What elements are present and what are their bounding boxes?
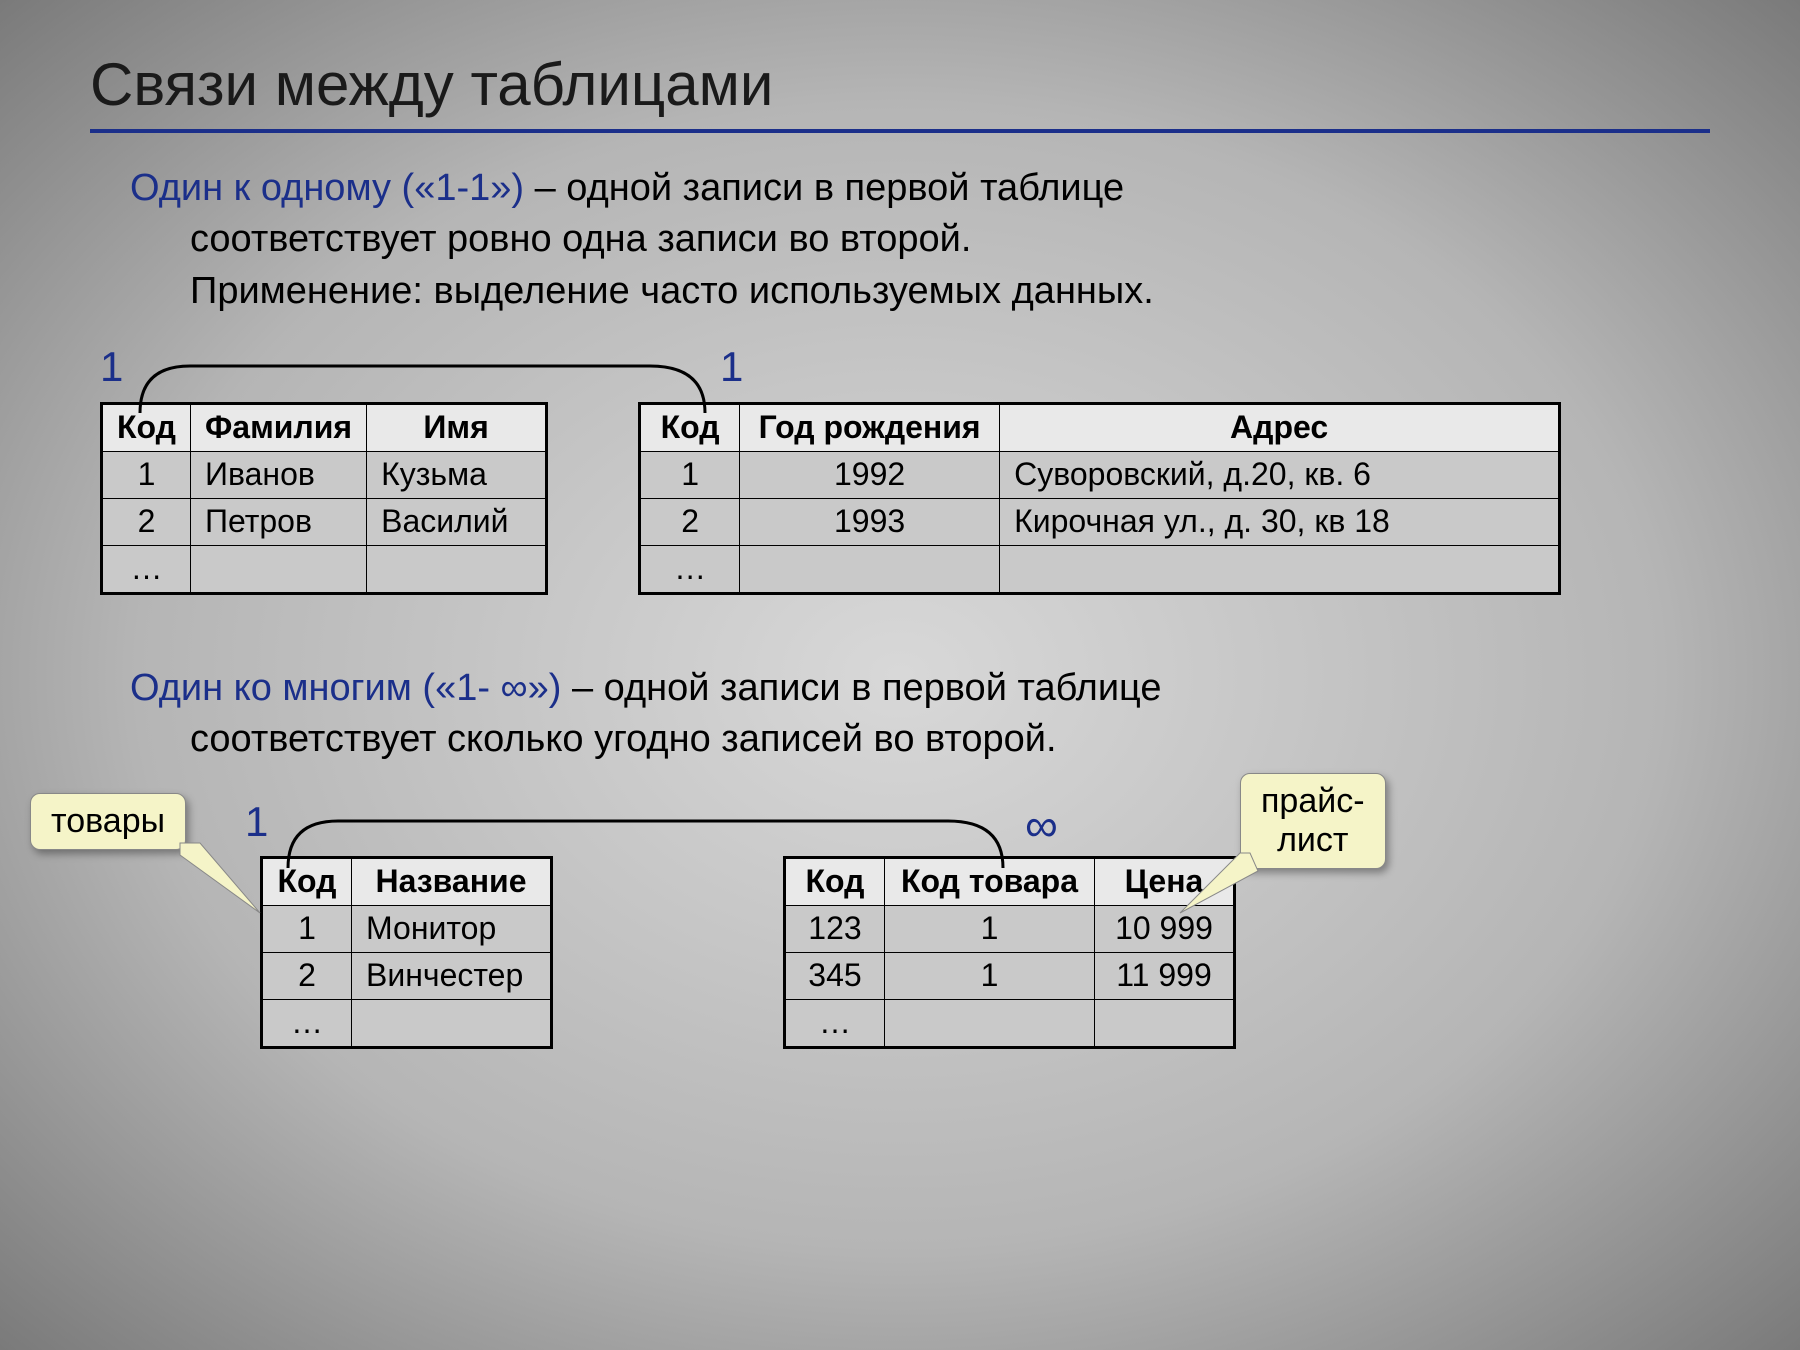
- cell: …: [785, 999, 885, 1047]
- cell: 2: [102, 498, 191, 545]
- table-goods: Код Название 1 Монитор 2 Винчестер …: [260, 856, 553, 1049]
- page-title: Связи между таблицами: [90, 50, 1710, 119]
- cell: 123: [785, 905, 885, 952]
- one-to-one-line1: Один к одному («1-1») – одной записи в п…: [130, 163, 1670, 214]
- table-row: 1 Монитор: [262, 905, 552, 952]
- cell: [367, 545, 547, 593]
- table-pricelist: Код Код товара Цена 123 1 10 999 345 1 1…: [783, 856, 1236, 1049]
- cell: Кирочная ул., д. 30, кв 18: [1000, 498, 1560, 545]
- callout-pricelist: прайс- лист: [1240, 773, 1386, 869]
- cell: 2: [262, 952, 352, 999]
- table-row: 2 Петров Василий: [102, 498, 547, 545]
- one-to-many-heading-rest: – одной записи в первой таблице: [561, 667, 1161, 709]
- callout-goods-tail: [180, 843, 270, 923]
- table-row: 345 1 11 999: [785, 952, 1235, 999]
- table-row: …: [785, 999, 1235, 1047]
- col-header: Код товара: [885, 857, 1095, 905]
- cell: 1992: [740, 451, 1000, 498]
- cell: 2: [640, 498, 740, 545]
- cell: 1: [102, 451, 191, 498]
- section-one-to-one: Один к одному («1-1») – одной записи в п…: [90, 163, 1710, 623]
- section-one-to-many: Один ко многим («1- ∞») – одной записи в…: [90, 663, 1710, 1183]
- table-people-details: Код Год рождения Адрес 1 1992 Суворовски…: [638, 402, 1561, 595]
- cell: Винчестер: [352, 952, 552, 999]
- cardinality-left-2: 1: [245, 798, 268, 846]
- table-row: …: [102, 545, 547, 593]
- table-row: 1 Иванов Кузьма: [102, 451, 547, 498]
- cell: [1000, 545, 1560, 593]
- cell: [885, 999, 1095, 1047]
- callout-text: товары: [51, 802, 165, 840]
- table-people-names: Код Фамилия Имя 1 Иванов Кузьма 2 Петров…: [100, 402, 548, 595]
- table-row: 123 1 10 999: [785, 905, 1235, 952]
- table-row: …: [640, 545, 1560, 593]
- col-header: Год рождения: [740, 403, 1000, 451]
- cell: 1: [640, 451, 740, 498]
- one-to-many-line2: соответствует сколько угодно записей во …: [190, 714, 1670, 765]
- col-header: Адрес: [1000, 403, 1560, 451]
- cell: [1095, 999, 1235, 1047]
- cell: Иванов: [190, 451, 366, 498]
- table-header-row: Код Код товара Цена: [785, 857, 1235, 905]
- one-to-many-line1: Один ко многим («1- ∞») – одной записи в…: [130, 663, 1670, 714]
- table-row: 2 Винчестер: [262, 952, 552, 999]
- cell: Василий: [367, 498, 547, 545]
- cell: [740, 545, 1000, 593]
- cell: Петров: [190, 498, 366, 545]
- one-to-one-line2: соответствует ровно одна записи во второ…: [190, 214, 1670, 265]
- callout-goods: товары: [30, 793, 186, 850]
- col-header: Код: [262, 857, 352, 905]
- cell: [352, 999, 552, 1047]
- col-header: Фамилия: [190, 403, 366, 451]
- cell: [190, 545, 366, 593]
- cell: 1993: [740, 498, 1000, 545]
- one-to-one-heading-rest: – одной записи в первой таблице: [524, 167, 1124, 209]
- cell: 345: [785, 952, 885, 999]
- cell: 1: [885, 952, 1095, 999]
- table-header-row: Код Название: [262, 857, 552, 905]
- cell: …: [102, 545, 191, 593]
- cell: Суворовский, д.20, кв. 6: [1000, 451, 1560, 498]
- table-row: 1 1992 Суворовский, д.20, кв. 6: [640, 451, 1560, 498]
- cell: 1: [262, 905, 352, 952]
- table-row: …: [262, 999, 552, 1047]
- col-header: Код: [640, 403, 740, 451]
- one-to-one-heading: Один к одному («1-1»): [130, 167, 524, 209]
- cell: 1: [885, 905, 1095, 952]
- cell: 10 999: [1095, 905, 1235, 952]
- cell: …: [640, 545, 740, 593]
- col-header: Название: [352, 857, 552, 905]
- col-header: Код: [102, 403, 191, 451]
- table-header-row: Код Год рождения Адрес: [640, 403, 1560, 451]
- cell: …: [262, 999, 352, 1047]
- table-row: 2 1993 Кирочная ул., д. 30, кв 18: [640, 498, 1560, 545]
- title-rule: [90, 129, 1710, 133]
- col-header: Имя: [367, 403, 547, 451]
- callout-text: прайс- лист: [1261, 782, 1365, 859]
- cardinality-right-1: 1: [720, 343, 743, 391]
- cell: Кузьма: [367, 451, 547, 498]
- cell: Монитор: [352, 905, 552, 952]
- cardinality-left-1: 1: [100, 343, 123, 391]
- col-header: Код: [785, 857, 885, 905]
- cardinality-right-inf: ∞: [1025, 798, 1058, 852]
- col-header: Цена: [1095, 857, 1235, 905]
- cell: 11 999: [1095, 952, 1235, 999]
- one-to-many-heading: Один ко многим («1- ∞»): [130, 667, 561, 709]
- table-header-row: Код Фамилия Имя: [102, 403, 547, 451]
- one-to-one-line3: Применение: выделение часто используемых…: [190, 266, 1670, 317]
